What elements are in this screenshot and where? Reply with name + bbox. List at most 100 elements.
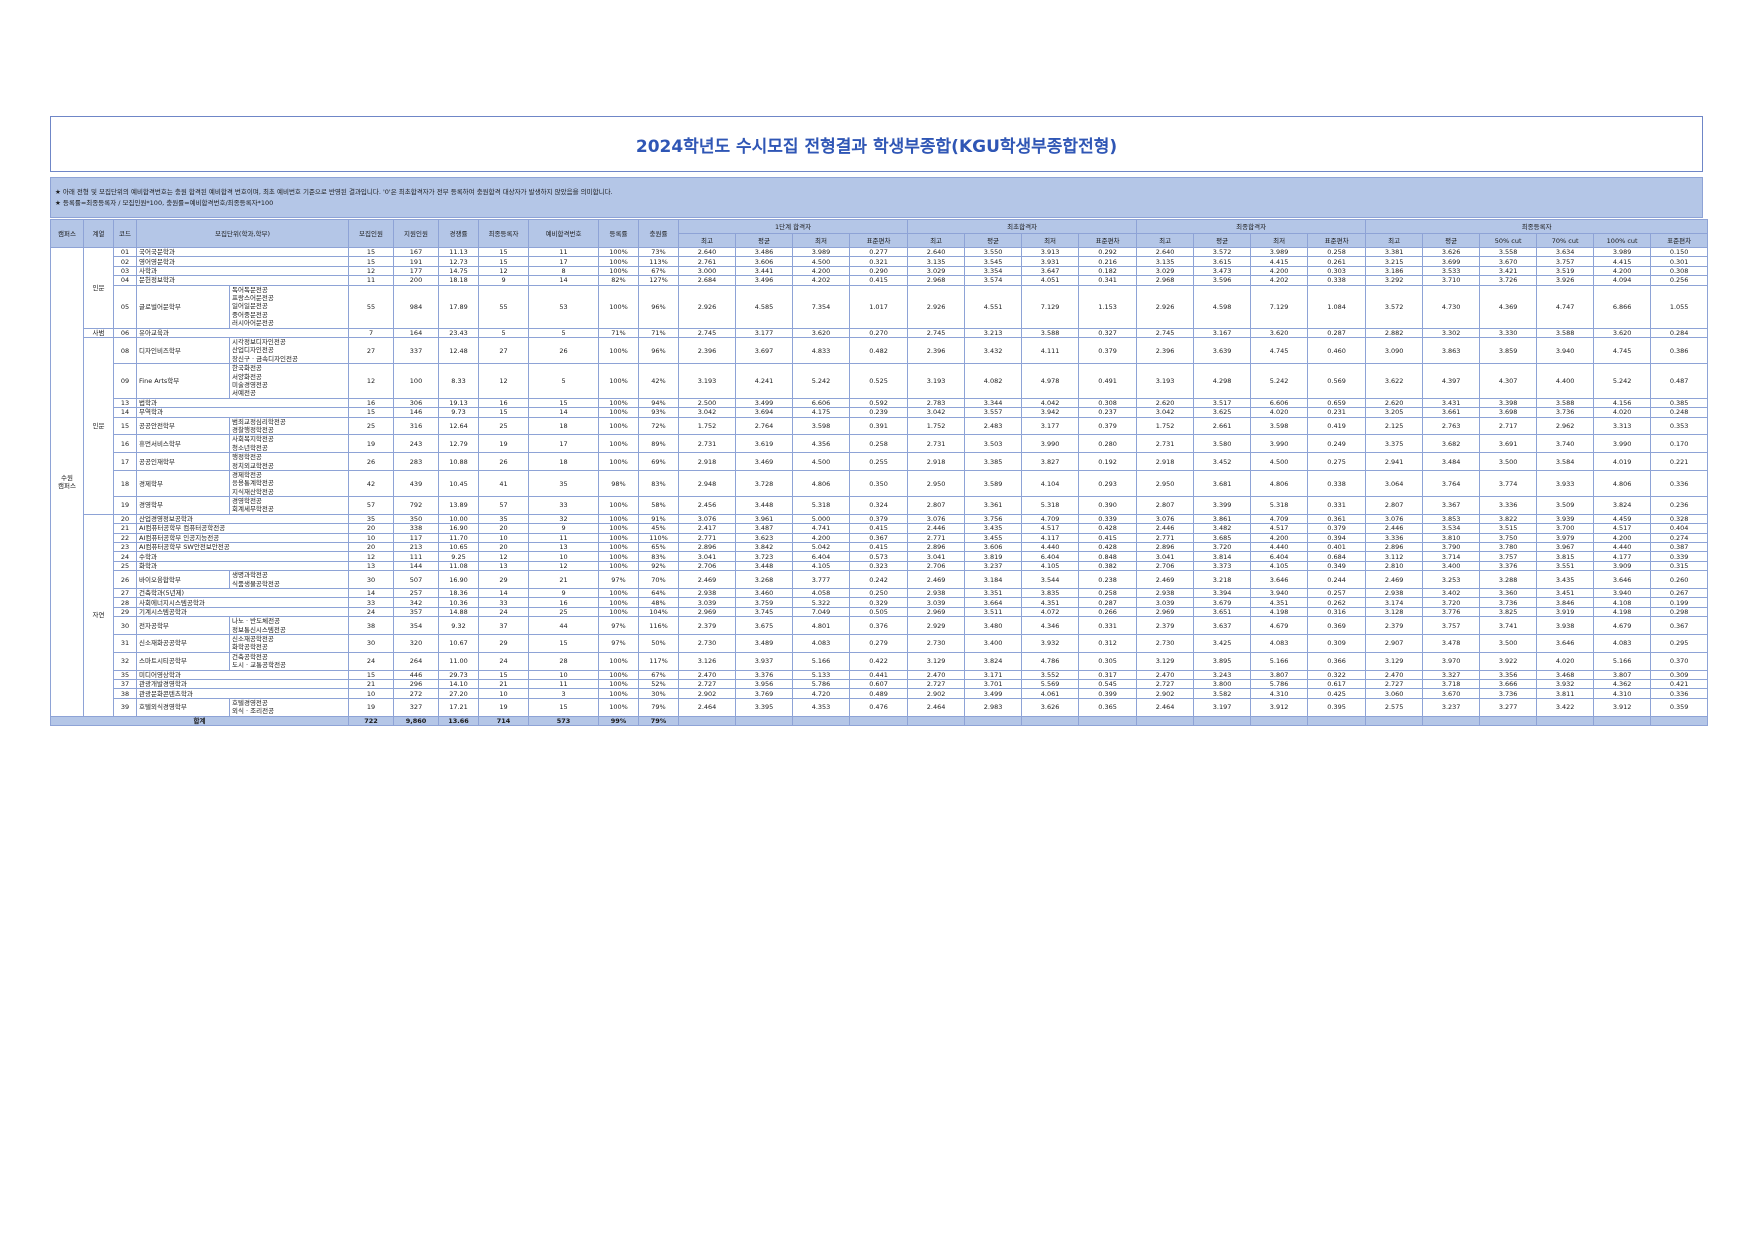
value-cell: 2.640 — [1136, 246, 1195, 258]
value-cell: 0.382 — [1078, 560, 1138, 572]
total-empty — [849, 715, 909, 726]
value-cell: 3.769 — [735, 688, 794, 699]
value-cell: 0.476 — [849, 697, 909, 717]
value-cell: 57 — [478, 496, 530, 515]
value-cell: 3.700 — [1536, 523, 1595, 534]
value-cell: 3.469 — [735, 452, 794, 471]
value-cell: 2.456 — [678, 496, 737, 515]
value-cell: 191 — [393, 256, 440, 267]
value-cell: 83% — [638, 551, 680, 562]
value-cell: 2.731 — [907, 434, 966, 454]
value-cell: 3.486 — [735, 246, 794, 258]
value-cell: 0.309 — [1307, 634, 1367, 653]
notes-panel: ★ 아래 전형 및 모집단위의 예비합격번호는 충원 합격된 예비합격 번호이며… — [50, 177, 1703, 218]
value-cell: 3.237 — [964, 560, 1023, 572]
value-cell: 100% — [598, 513, 640, 525]
value-cell: 100% — [598, 542, 640, 553]
value-cell: 4.745 — [1250, 336, 1309, 365]
value-cell: 3.637 — [1193, 616, 1252, 635]
value-cell: 0.366 — [1307, 651, 1367, 671]
value-cell: 3.354 — [964, 265, 1023, 277]
value-cell: 3.810 — [1422, 532, 1481, 544]
value-cell: 4.440 — [1021, 542, 1080, 553]
value-cell: 2.464 — [907, 697, 966, 717]
value-cell: 4.083 — [1250, 634, 1309, 653]
value-cell: 3.090 — [1365, 336, 1424, 365]
value-cell: 16.90 — [438, 523, 480, 534]
value-cell: 3.819 — [964, 551, 1023, 562]
unit-cell: 글로벌어문학부 — [136, 284, 230, 329]
value-cell: 3.135 — [907, 256, 966, 267]
value-cell: 3.500 — [1479, 452, 1538, 471]
value-cell: 3.859 — [1479, 336, 1538, 365]
value-cell: 3.938 — [1536, 616, 1595, 635]
value-cell: 19.13 — [438, 397, 480, 409]
value-cell: 3.939 — [1536, 513, 1595, 525]
value-cell: 0.338 — [1307, 275, 1367, 286]
value-cell: 0.292 — [1078, 246, 1138, 258]
value-cell: 0.328 — [1650, 513, 1709, 525]
major-label: 서예전공 — [232, 389, 256, 398]
value-cell: 3.432 — [964, 336, 1023, 365]
value-cell: 0.404 — [1650, 523, 1709, 534]
value-cell: 4.117 — [1021, 532, 1080, 544]
major-label: 건축공학전공 — [232, 652, 268, 661]
sub-header: 표준편차 — [1307, 233, 1367, 248]
sub-header: 평균 — [1422, 233, 1481, 248]
value-cell: 14 — [528, 275, 600, 286]
value-cell: 0.279 — [849, 634, 909, 653]
value-cell: 4.459 — [1593, 513, 1652, 525]
unit-cell: 수학과 — [135, 551, 350, 562]
unit-cell: 휴먼서비스학부 — [136, 434, 230, 454]
value-cell: 0.249 — [1307, 434, 1367, 454]
value-cell: 2.717 — [1479, 416, 1538, 436]
unit-cell: 경제학부 — [136, 469, 230, 498]
value-cell: 13 — [348, 560, 395, 572]
value-cell: 3.500 — [1479, 634, 1538, 653]
value-cell: 3.400 — [1422, 560, 1481, 572]
value-cell: 20 — [348, 523, 395, 534]
value-cell: 0.182 — [1078, 265, 1138, 277]
total-empty — [1365, 715, 1424, 726]
table-row: 사범 06 유아교육과 7 164 23.43 5 5 71% 71% 2.745 3.177 3.62… — [51, 327, 1709, 338]
value-cell: 0.428 — [1078, 523, 1138, 534]
unit-cell: 산업경영정보공학과 — [135, 513, 350, 525]
value-cell: 97% — [598, 616, 640, 635]
value-cell: 2.469 — [907, 570, 966, 590]
value-cell: 4.517 — [1021, 523, 1080, 534]
value-cell: 1.017 — [849, 284, 909, 329]
value-cell: 0.274 — [1650, 532, 1709, 544]
value-cell: 3.375 — [1365, 434, 1424, 454]
value-cell: 2.620 — [1136, 397, 1195, 409]
unit-cell: 화학과 — [135, 560, 350, 572]
value-cell: 2.896 — [907, 542, 966, 553]
gyeyeol-cell: 사범 — [83, 327, 114, 338]
value-cell: 14 — [528, 407, 600, 418]
value-cell: 3.128 — [1365, 606, 1424, 618]
value-cell: 16.90 — [438, 570, 480, 590]
value-cell: 2.969 — [1136, 606, 1195, 618]
value-cell: 3.129 — [907, 651, 966, 671]
value-cell: 306 — [393, 397, 440, 409]
value-cell: 3 — [528, 688, 600, 699]
sub-header: 70% cut — [1536, 233, 1595, 248]
unit-cell: 공공인재학부 — [136, 452, 230, 471]
value-cell: 0.365 — [1078, 697, 1138, 717]
value-cell: 0.327 — [1078, 327, 1138, 338]
value-cell: 72% — [638, 416, 680, 436]
major-label: 청소년학전공 — [232, 443, 268, 452]
value-cell: 2.396 — [907, 336, 966, 365]
value-cell: 4.551 — [964, 284, 1023, 329]
total-empty — [735, 715, 794, 726]
value-cell: 33 — [528, 496, 600, 515]
value-cell: 15 — [528, 634, 600, 653]
value-cell: 3.685 — [1193, 532, 1252, 544]
value-cell: 0.336 — [1650, 688, 1709, 699]
major-cell: 신소재공학전공 화학공학전공 — [228, 634, 350, 653]
value-cell: 3.606 — [735, 256, 794, 267]
value-cell: 4.440 — [1593, 542, 1652, 553]
value-cell: 3.367 — [1422, 496, 1481, 515]
value-cell: 0.341 — [1078, 275, 1138, 286]
value-cell: 3.619 — [735, 434, 794, 454]
value-cell: 4.310 — [1250, 688, 1309, 699]
